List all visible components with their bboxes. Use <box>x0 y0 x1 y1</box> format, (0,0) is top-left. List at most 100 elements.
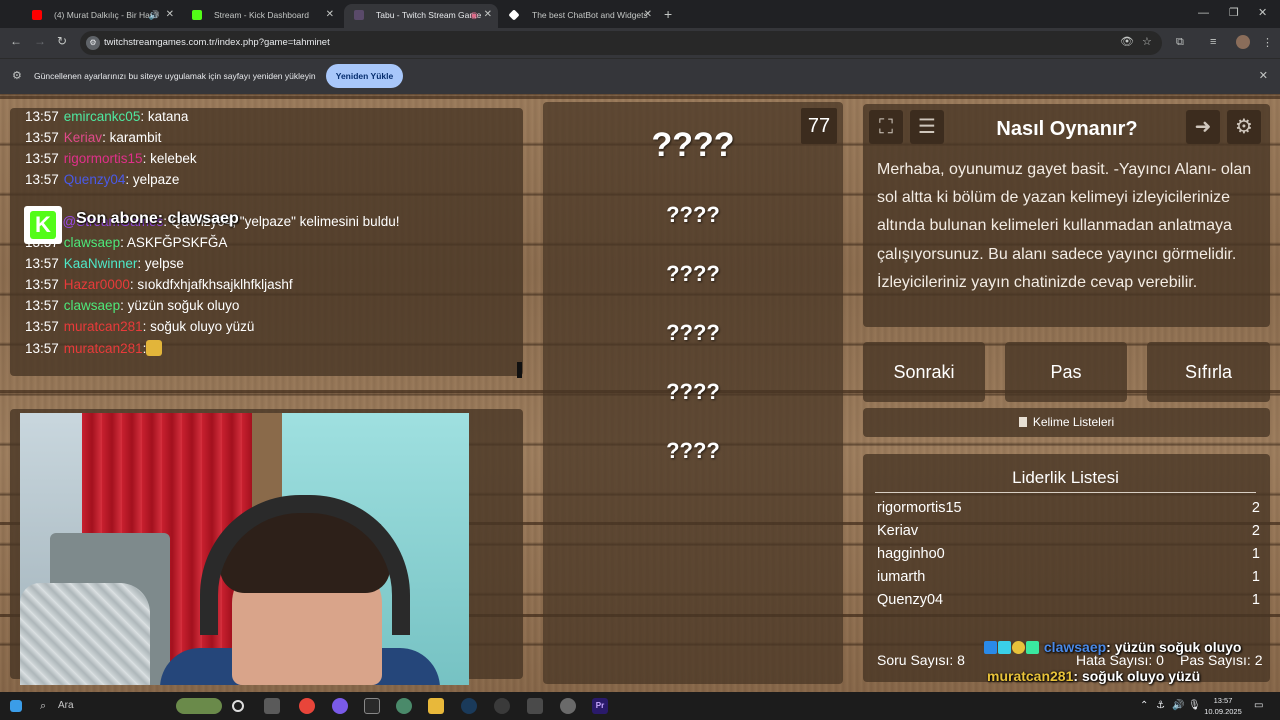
microphone-icon[interactable]: 🎙 <box>1188 692 1201 720</box>
forward-icon[interactable]: → <box>34 34 46 48</box>
tray-chevron-icon[interactable]: ⌃ <box>1140 692 1148 720</box>
chat-user: clawsaep <box>63 298 121 313</box>
app-icon[interactable] <box>396 698 412 714</box>
fullscreen-icon[interactable]: ⛶ <box>869 110 903 144</box>
file-explorer-icon[interactable] <box>428 698 444 714</box>
new-tab-button[interactable]: + <box>664 4 672 24</box>
leaderboard-row: Quenzy04 1 <box>877 592 1260 608</box>
tab-youtube[interactable]: (4) Murat Dalkılıç - Bir Hayli 🔊 ✕ <box>22 4 180 26</box>
site-info-icon[interactable]: ⚙ <box>86 36 100 50</box>
leaderboard-title: Liderlik Listesi <box>875 468 1256 493</box>
reload-icon[interactable]: ↻ <box>57 34 67 48</box>
windows-taskbar: ⌕ Ara Pr ⌃ ⚓ 🔊 🎙 13:57 10.09.2025 ▭ <box>0 692 1280 720</box>
target-word: ???? <box>651 126 735 164</box>
tray-app-icon[interactable]: ⚓ <box>1156 692 1165 720</box>
next-button[interactable]: Sonraki <box>863 342 985 402</box>
chat-message: 13:57 muratcan281: <box>25 340 163 356</box>
reload-infobar: ⚙ Güncellenen ayarlarınızı bu siteye uyg… <box>0 58 1280 94</box>
tracking-protection-icon[interactable]: 👁 <box>1120 35 1134 48</box>
word-lists-button[interactable]: Kelime Listeleri <box>863 408 1270 437</box>
exit-icon[interactable]: ➜ <box>1186 110 1220 144</box>
url-text[interactable]: twitchstreamgames.com.tr/index.php?game=… <box>104 31 330 55</box>
forbidden-word: ???? <box>666 438 720 463</box>
clock-date: 10.09.2025 <box>1204 707 1242 716</box>
chat-user: muratcan281 <box>63 341 143 356</box>
player-name: Quenzy04 <box>877 592 944 608</box>
chat-user: Hazar0000 <box>63 277 130 292</box>
reload-page-button[interactable]: Yeniden Yükle <box>326 64 403 88</box>
tab-chatbot[interactable]: The best ChatBot and Widgets ✕ <box>500 4 658 26</box>
chat-message: 13:57 KaaNwinner: yelpse <box>25 256 184 271</box>
chat-user: KaaNwinner <box>63 256 138 271</box>
multitask-icon[interactable] <box>264 698 280 714</box>
windows-start-icon[interactable] <box>10 700 22 712</box>
close-tab-icon[interactable]: ✕ <box>484 4 492 26</box>
menu-kebab-icon[interactable]: ⋮ <box>1262 36 1273 49</box>
bookmark-star-icon[interactable]: ☆ <box>1142 35 1152 48</box>
streamer-area <box>10 409 523 685</box>
close-tab-icon[interactable]: ✕ <box>166 4 174 26</box>
reset-button[interactable]: Sıfırla <box>1147 342 1270 402</box>
site-icon <box>354 10 364 20</box>
speaker-icon[interactable]: 🔊 <box>149 4 160 26</box>
document-icon <box>1018 417 1027 427</box>
chrome-icon[interactable] <box>299 698 315 714</box>
close-tab-icon[interactable]: ✕ <box>644 4 652 26</box>
notification-icon[interactable]: ▭ <box>1254 692 1263 720</box>
badge-icon <box>1012 641 1025 654</box>
media-control-icon[interactable]: ≡ <box>1210 36 1216 48</box>
chat-message: 13:57 muratcan281: soğuk oluyo yüzü <box>25 319 254 334</box>
tab-kick-dashboard[interactable]: Stream - Kick Dashboard ✕ <box>182 4 340 26</box>
notes-icon[interactable]: ☰ <box>910 110 944 144</box>
widget-icon[interactable] <box>176 698 222 714</box>
app-icon[interactable] <box>560 698 576 714</box>
back-icon[interactable]: ← <box>10 34 22 48</box>
chat-message: 13:57 rigormortis15: kelebek <box>25 151 197 166</box>
infobar-message: Güncellenen ayarlarınızı bu siteye uygul… <box>34 71 316 81</box>
settings-gear-icon[interactable]: ⚙ <box>1227 110 1261 144</box>
tab-title: The best ChatBot and Widgets <box>532 10 648 20</box>
plank-divider <box>0 96 1280 99</box>
leaderboard-row: hagginho0 1 <box>877 546 1260 562</box>
window-close-button[interactable]: ✕ <box>1258 4 1267 22</box>
chat-message: 13:57 emircankc05: katana <box>25 109 188 124</box>
close-tab-icon[interactable]: ✕ <box>326 4 334 26</box>
webcam-feed <box>20 413 469 685</box>
steam-icon[interactable] <box>461 698 477 714</box>
chat-panel: 13:57 emircankc05: katana 13:57 Keriav: ka… <box>10 108 523 378</box>
chat-message: 13:57 Quenzy04: yelpaze <box>25 172 179 187</box>
chat-time: 13:57 <box>25 341 59 356</box>
leaderboard-row: rigormortis15 2 <box>877 500 1260 516</box>
volume-icon[interactable]: 🔊 <box>1172 692 1184 720</box>
emote-icon <box>146 340 163 356</box>
chat-time: 13:57 <box>25 130 59 145</box>
badge-icon <box>998 641 1011 654</box>
chat-scrollbar[interactable] <box>517 362 522 378</box>
tab-title: Stream - Kick Dashboard <box>214 10 309 20</box>
tab-tabu-game[interactable]: Tabu - Twitch Stream Game ◉ ✕ <box>344 4 498 28</box>
how-to-play-panel: ⛶ ☰ Nasıl Oynanır? ➜ ⚙ Merhaba, oyunumuz… <box>863 104 1270 327</box>
minimize-button[interactable]: — <box>1198 4 1209 22</box>
clock-time: 13:57 <box>1213 696 1233 705</box>
kick-icon <box>192 10 202 20</box>
chat-user: rigormortis15 <box>63 151 143 166</box>
app-icon[interactable] <box>494 698 510 714</box>
task-view-icon[interactable] <box>232 700 244 712</box>
diamond-icon <box>508 9 520 21</box>
chat-text: : katana <box>140 109 189 124</box>
app-icon[interactable] <box>527 698 543 714</box>
close-infobar-icon[interactable]: ✕ <box>1259 69 1268 82</box>
badge-icon <box>1026 641 1039 654</box>
epic-games-icon[interactable] <box>364 698 380 714</box>
address-bar[interactable]: ⚙ twitchstreamgames.com.tr/index.php?gam… <box>80 31 1162 55</box>
extensions-icon[interactable]: ⧉ <box>1176 36 1184 49</box>
premiere-pro-icon[interactable]: Pr <box>592 698 608 714</box>
app-icon[interactable] <box>332 698 348 714</box>
chat-text: : kelebek <box>142 151 197 166</box>
restore-button[interactable]: ❐ <box>1229 4 1239 22</box>
overlay-chat-user: clawsaep <box>1043 639 1107 655</box>
taskbar-clock[interactable]: 13:57 10.09.2025 <box>1200 695 1246 717</box>
pass-button[interactable]: Pas <box>1005 342 1127 402</box>
profile-avatar[interactable] <box>1236 35 1250 49</box>
settings-gear-icon: ⚙ <box>12 70 22 82</box>
